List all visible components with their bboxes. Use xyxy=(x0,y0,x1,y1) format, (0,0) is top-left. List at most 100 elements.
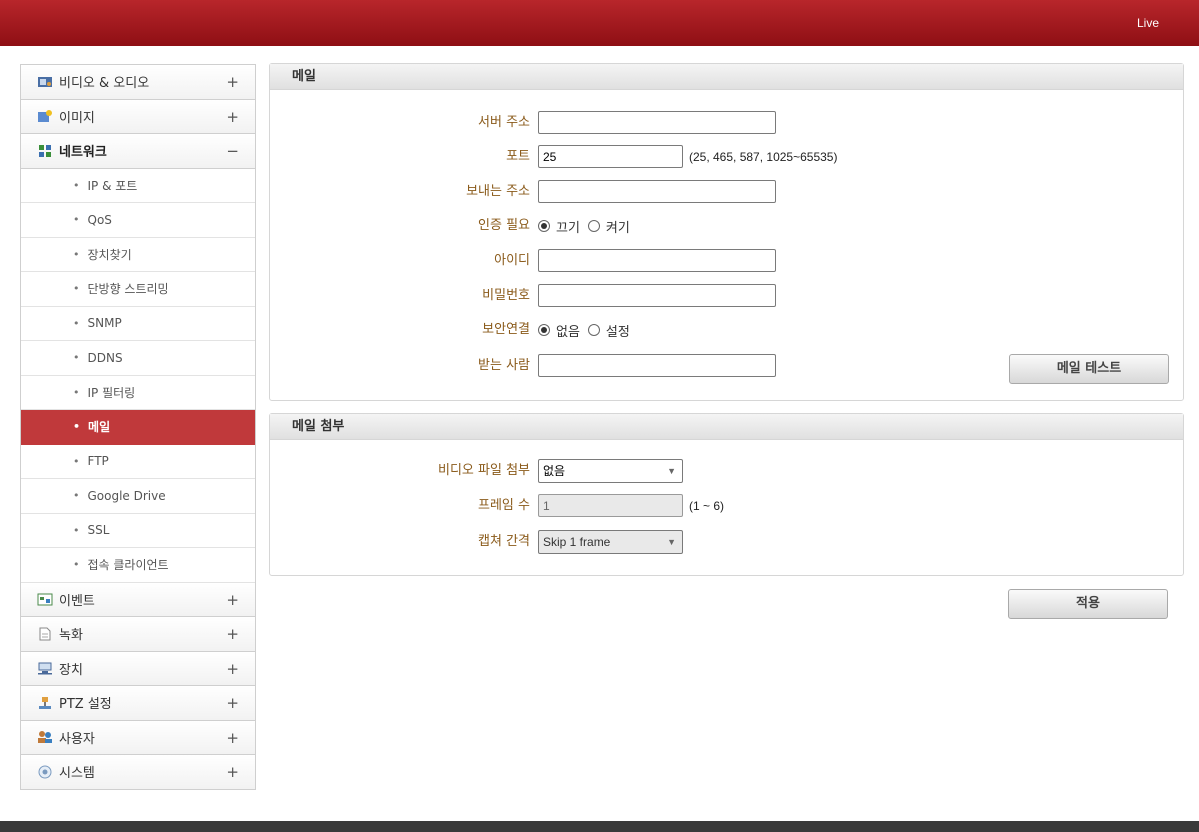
sender-address-label: 보내는 주소 xyxy=(466,184,530,199)
secure-set-radio[interactable] xyxy=(587,324,600,336)
document-icon xyxy=(39,627,51,641)
expand-icon[interactable]: + xyxy=(226,591,239,609)
menu-system[interactable]: 시스템 + xyxy=(21,755,255,790)
sub-label: SNMP xyxy=(87,316,122,331)
video-attachment-label: 비디오 파일 첨부 xyxy=(438,463,530,478)
menu-label: 시스템 xyxy=(59,766,95,782)
expand-icon[interactable]: + xyxy=(226,660,239,678)
secure-set-label: 설정 xyxy=(605,324,630,340)
menu-device[interactable]: 장치 + xyxy=(21,651,255,686)
bullet-icon: • xyxy=(73,420,81,434)
password-input[interactable] xyxy=(538,284,776,307)
video-attachment-value: 없음 xyxy=(543,464,566,478)
secure-radio-group: 없음 설정 xyxy=(538,318,638,342)
menu-network[interactable]: 네트워크 − xyxy=(21,134,255,169)
menu-label: 이벤트 xyxy=(59,593,95,609)
mail-attachment-panel: 메일 첨부 비디오 파일 첨부 없음 ▼ 프레임 수 (1 ~ 6) 캡쳐 간격… xyxy=(269,413,1184,576)
sub-label: 접속 클라이언트 xyxy=(87,558,169,573)
menu-record[interactable]: 녹화 + xyxy=(21,617,255,652)
bullet-icon: • xyxy=(73,385,80,399)
secure-none-label: 없음 xyxy=(556,324,580,340)
auth-on-label: 켜기 xyxy=(605,220,630,236)
system-icon xyxy=(38,765,52,779)
panel-title: 메일 xyxy=(270,64,1183,90)
expand-icon[interactable]: + xyxy=(226,694,239,712)
bullet-icon: • xyxy=(73,523,80,537)
menu-event[interactable]: 이벤트 + xyxy=(21,582,255,617)
capture-interval-select[interactable]: Skip 1 frame ▼ xyxy=(538,530,683,554)
mail-test-button[interactable]: 메일 테스트 xyxy=(1009,354,1169,384)
bullet-icon: • xyxy=(73,489,80,503)
dropdown-arrow-icon: ▼ xyxy=(667,537,676,547)
password-label: 비밀번호 xyxy=(482,288,530,303)
sidebar-item-mail[interactable]: • 메일 xyxy=(21,410,255,445)
bullet-icon: • xyxy=(73,454,80,468)
top-bar: Live xyxy=(0,0,1199,46)
port-input[interactable] xyxy=(538,145,683,168)
server-address-label: 서버 주소 xyxy=(478,115,530,130)
bullet-icon: • xyxy=(73,351,80,365)
sub-label: SSL xyxy=(87,523,110,538)
recipient-input[interactable] xyxy=(538,354,776,377)
sidebar-item-ip-port[interactable]: • IP & 포트 xyxy=(21,168,255,203)
sidebar-item-ftp[interactable]: • FTP xyxy=(21,444,255,479)
sub-label: DDNS xyxy=(87,350,123,365)
sidebar-item-google-drive[interactable]: • Google Drive xyxy=(21,479,255,514)
sidebar-item-unidirectional-streaming[interactable]: • 단방향 스트리밍 xyxy=(21,272,255,307)
id-label: 아이디 xyxy=(494,253,530,268)
device-icon xyxy=(38,662,52,675)
auth-off-radio[interactable] xyxy=(538,220,550,232)
sidebar-item-ddns[interactable]: • DDNS xyxy=(21,341,255,376)
panel-title: 메일 첨부 xyxy=(270,414,1183,440)
users-icon xyxy=(38,731,52,744)
menu-label: 비디오 & 오디오 xyxy=(59,76,150,92)
expand-icon[interactable]: + xyxy=(226,73,239,91)
menu-label: 네트워크 xyxy=(59,145,107,161)
apply-button[interactable]: 적용 xyxy=(1008,589,1168,619)
menu-label: 이미지 xyxy=(59,110,95,126)
menu-label: 녹화 xyxy=(59,628,83,644)
sender-address-input[interactable] xyxy=(538,180,776,203)
id-input[interactable] xyxy=(538,249,776,272)
frame-count-hint: (1 ~ 6) xyxy=(689,499,725,513)
auth-on-radio[interactable] xyxy=(587,220,600,232)
sub-label: 메일 xyxy=(88,420,111,435)
menu-ptz[interactable]: PTZ 설정 + xyxy=(21,686,255,721)
bullet-icon: • xyxy=(73,247,80,261)
expand-icon[interactable]: + xyxy=(226,108,239,126)
expand-icon[interactable]: + xyxy=(226,763,239,781)
menu-label: 사용자 xyxy=(59,731,95,747)
bullet-icon: • xyxy=(73,213,80,227)
server-address-input[interactable] xyxy=(538,111,776,134)
auth-radio-group: 끄기 켜기 xyxy=(538,214,638,238)
bullet-icon: • xyxy=(73,558,80,572)
sidebar-item-device-search[interactable]: • 장치찾기 xyxy=(21,237,255,272)
sidebar-item-qos[interactable]: • QoS xyxy=(21,203,255,238)
dropdown-arrow-icon: ▼ xyxy=(667,466,676,476)
frame-count-input[interactable] xyxy=(538,494,683,517)
capture-interval-value: Skip 1 frame xyxy=(543,535,611,549)
event-icon xyxy=(37,593,53,606)
sidebar-menu: 비디오 & 오디오 + 이미지 + 네트워크 − • IP & 포트 • QoS… xyxy=(20,64,256,790)
sidebar-item-snmp[interactable]: • SNMP xyxy=(21,306,255,341)
mail-panel: 메일 서버 주소 포트 (25, 465, 587, 1025~65535) 보… xyxy=(269,63,1184,401)
live-link[interactable]: Live xyxy=(1137,16,1159,30)
menu-video-audio[interactable]: 비디오 & 오디오 + xyxy=(21,65,255,100)
menu-label: PTZ 설정 xyxy=(59,697,112,713)
bullet-icon: • xyxy=(73,178,80,192)
menu-user[interactable]: 사용자 + xyxy=(21,720,255,755)
menu-label: 장치 xyxy=(59,662,83,678)
sidebar-item-ssl[interactable]: • SSL xyxy=(21,513,255,548)
expand-icon[interactable]: + xyxy=(226,729,239,747)
video-audio-icon xyxy=(38,76,52,87)
image-icon xyxy=(38,110,52,123)
sidebar-item-connected-clients[interactable]: • 접속 클라이언트 xyxy=(21,548,255,583)
footer-bar xyxy=(0,821,1199,832)
expand-icon[interactable]: + xyxy=(226,625,239,643)
sidebar-item-ip-filtering[interactable]: • IP 필터링 xyxy=(21,375,255,410)
auth-off-label: 끄기 xyxy=(556,220,580,236)
video-attachment-select[interactable]: 없음 ▼ xyxy=(538,459,683,483)
menu-image[interactable]: 이미지 + xyxy=(21,99,255,134)
collapse-icon[interactable]: − xyxy=(226,142,239,160)
secure-none-radio[interactable] xyxy=(538,324,550,336)
